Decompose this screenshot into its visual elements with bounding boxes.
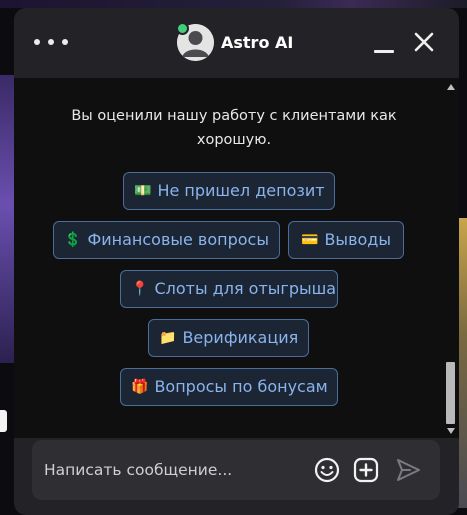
- message-input[interactable]: [44, 454, 304, 486]
- credit-card-icon: 💳: [301, 232, 319, 248]
- quick-reply-deposit[interactable]: 💵 Не пришел депозит: [123, 172, 335, 210]
- chat-scrollbar[interactable]: [444, 78, 456, 438]
- smiley-icon[interactable]: [313, 456, 341, 484]
- quick-reply-label: Не пришел депозит: [157, 181, 325, 200]
- quick-reply-label: Вопросы по бонусам: [154, 377, 328, 396]
- quick-reply-verification[interactable]: 📁 Верификация: [148, 319, 309, 357]
- scroll-down-arrow-icon[interactable]: [447, 428, 455, 434]
- message-composer: [32, 440, 440, 500]
- money-icon: 💵: [134, 183, 152, 199]
- background-page-chip: [0, 410, 7, 432]
- plus-square-icon[interactable]: [352, 456, 380, 484]
- chat-widget: Astro AI Вы оценили нашу работу с клиент…: [14, 8, 459, 515]
- gift-icon: 🎁: [131, 379, 149, 395]
- close-icon[interactable]: [412, 30, 436, 54]
- quick-reply-withdrawals[interactable]: 💳 Выводы: [288, 221, 404, 259]
- send-icon[interactable]: [394, 456, 422, 484]
- more-dots-icon[interactable]: [34, 32, 68, 52]
- background-page-left: [0, 75, 14, 363]
- quick-reply-slots[interactable]: 📍 Слоты для отыгрыша: [120, 270, 338, 308]
- scroll-thumb[interactable]: [446, 362, 455, 424]
- background-page-top: [0, 0, 467, 8]
- dollar-icon: 💲: [64, 232, 82, 248]
- chat-title: Astro AI: [221, 33, 294, 52]
- quick-reply-bonuses[interactable]: 🎁 Вопросы по бонусам: [120, 368, 338, 406]
- rating-status-message: Вы оценили нашу работу с клиентами как х…: [71, 108, 397, 148]
- minimize-icon[interactable]: [371, 32, 397, 56]
- online-status-dot: [176, 22, 189, 35]
- quick-reply-label: Верификация: [182, 328, 299, 347]
- scroll-up-arrow-icon[interactable]: [447, 84, 455, 90]
- quick-reply-label: Слоты для отыгрыша: [154, 279, 337, 298]
- pin-icon: 📍: [131, 281, 149, 297]
- chat-header: Astro AI: [14, 8, 459, 78]
- folder-icon: 📁: [159, 330, 177, 346]
- quick-reply-finance[interactable]: 💲 Финансовые вопросы: [53, 221, 280, 259]
- quick-reply-label: Финансовые вопросы: [87, 230, 269, 249]
- quick-reply-label: Выводы: [324, 230, 391, 249]
